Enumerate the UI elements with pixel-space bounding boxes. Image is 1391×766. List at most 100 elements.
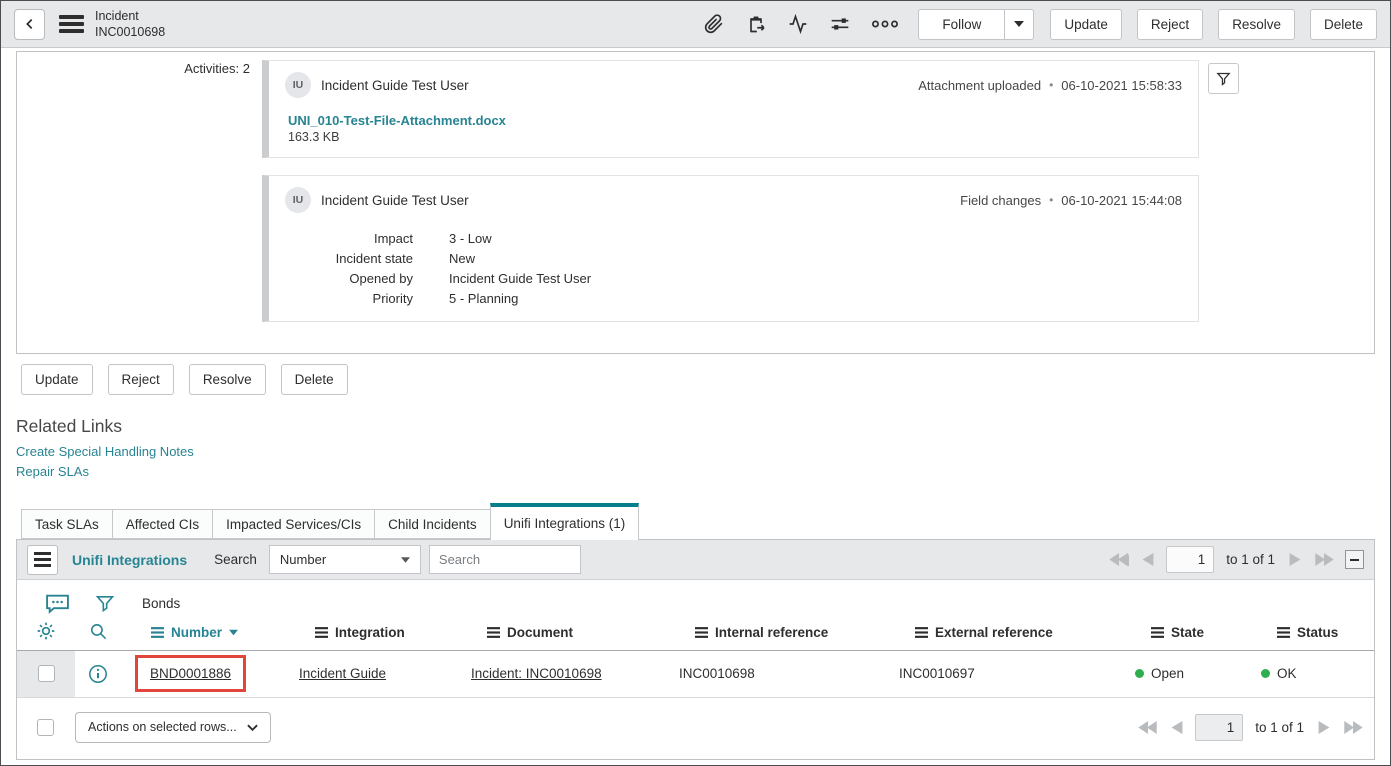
- column-header-internal-reference[interactable]: Internal reference: [665, 616, 885, 650]
- header-reject-button[interactable]: Reject: [1137, 9, 1203, 40]
- follow-button[interactable]: Follow: [918, 9, 1005, 40]
- header-icon-group: [704, 14, 898, 34]
- column-header-status[interactable]: Status: [1247, 616, 1374, 650]
- tab-task-slas[interactable]: Task SLAs: [21, 509, 113, 539]
- first-page-button[interactable]: [1108, 553, 1129, 566]
- actions-on-selected-rows-select[interactable]: Actions on selected rows...: [75, 712, 271, 743]
- header-delete-button[interactable]: Delete: [1310, 9, 1377, 40]
- list-search-label: Search: [214, 552, 257, 567]
- activity-stream-icon[interactable]: [788, 14, 808, 34]
- next-page-button[interactable]: [1318, 721, 1330, 734]
- attachment-size: 163.3 KB: [288, 130, 1182, 144]
- header-update-button[interactable]: Update: [1050, 9, 1122, 40]
- group-label: Bonds: [142, 596, 180, 611]
- more-options-icon[interactable]: [872, 19, 898, 29]
- field-row: Priority 5 - Planning: [285, 288, 591, 308]
- form-resolve-button[interactable]: Resolve: [189, 364, 266, 395]
- column-header-document[interactable]: Document: [457, 616, 665, 650]
- activity-timestamp: 06-10-2021 15:44:08: [1061, 193, 1182, 208]
- last-page-button[interactable]: [1314, 553, 1335, 566]
- field-changes-table: Impact 3 - Low Incident state New Opened…: [285, 228, 591, 308]
- record-type: Incident: [95, 8, 165, 24]
- column-label: Status: [1297, 625, 1338, 640]
- follow-dropdown-button[interactable]: [1005, 9, 1034, 40]
- field-value: Incident Guide Test User: [413, 268, 591, 288]
- list-search-toggle-header[interactable]: [75, 616, 121, 650]
- paperclip-icon[interactable]: [704, 14, 724, 34]
- activities-count-label: Activities: 2: [17, 61, 250, 76]
- info-icon[interactable]: [88, 664, 108, 684]
- list-context-menu-icon[interactable]: [27, 545, 58, 575]
- avatar: IU: [285, 187, 311, 213]
- column-menu-icon: [315, 627, 328, 638]
- column-header-integration[interactable]: Integration: [285, 616, 457, 650]
- form-context-menu-icon[interactable]: [59, 15, 84, 33]
- table-header-row: Number Integration Document In: [17, 616, 1374, 650]
- row-info-cell: [75, 650, 121, 697]
- form-update-button[interactable]: Update: [21, 364, 93, 395]
- column-menu-icon: [915, 627, 928, 638]
- list-title: Unifi Integrations: [72, 552, 187, 568]
- first-page-button[interactable]: [1137, 721, 1158, 734]
- form-action-buttons: Update Reject Resolve Delete: [21, 364, 1390, 395]
- activity-user: Incident Guide Test User: [321, 78, 469, 93]
- page-number-input[interactable]: [1195, 714, 1243, 741]
- activity-card-field-changes: IU Incident Guide Test User Field change…: [262, 175, 1199, 322]
- pagination-range-label: to 1 of 1: [1255, 720, 1304, 735]
- list-search-input[interactable]: [429, 545, 581, 574]
- tab-unifi-integrations[interactable]: Unifi Integrations (1): [490, 503, 640, 540]
- column-menu-icon: [1151, 627, 1164, 638]
- field-label: Impact: [285, 228, 413, 248]
- caret-down-icon: [401, 557, 410, 563]
- list-pagination-bottom: to 1 of 1: [1137, 714, 1364, 741]
- previous-page-button[interactable]: [1171, 721, 1183, 734]
- copy-export-icon[interactable]: [746, 14, 766, 34]
- activity-user: Incident Guide Test User: [321, 193, 469, 208]
- form-reject-button[interactable]: Reject: [108, 364, 174, 395]
- column-header-number[interactable]: Number: [121, 616, 285, 650]
- header-resolve-button[interactable]: Resolve: [1218, 9, 1295, 40]
- tab-impacted-services-cis[interactable]: Impacted Services/CIs: [212, 509, 375, 539]
- caret-down-icon: [1014, 21, 1024, 27]
- cell-internal-reference: INC0010698: [665, 650, 885, 697]
- column-header-external-reference[interactable]: External reference: [885, 616, 1121, 650]
- last-page-button[interactable]: [1343, 721, 1364, 734]
- chat-icon[interactable]: [45, 593, 70, 614]
- integration-link[interactable]: Incident Guide: [299, 666, 386, 681]
- list-personalize-header[interactable]: [17, 616, 75, 650]
- list-filter-funnel-icon[interactable]: [95, 593, 115, 614]
- cell-document: Incident: INC0010698: [457, 650, 665, 697]
- related-lists-tabs: Task SLAs Affected CIs Impacted Services…: [21, 503, 1375, 539]
- column-label: Integration: [335, 625, 405, 640]
- column-menu-icon: [1277, 627, 1290, 638]
- page-number-input[interactable]: [1166, 546, 1214, 573]
- back-button[interactable]: [14, 9, 45, 40]
- meta-separator: •: [1049, 78, 1053, 92]
- tab-affected-cis[interactable]: Affected CIs: [112, 509, 213, 539]
- next-page-button[interactable]: [1289, 553, 1301, 566]
- meta-separator: •: [1049, 193, 1053, 207]
- document-link[interactable]: Incident: INC0010698: [471, 666, 602, 681]
- related-link-special-handling-notes[interactable]: Create Special Handling Notes: [16, 444, 194, 459]
- field-value: New: [413, 248, 591, 268]
- bond-number-link[interactable]: BND0001886: [150, 666, 231, 681]
- search-icon: [89, 622, 108, 641]
- column-menu-icon: [487, 627, 500, 638]
- form-delete-button[interactable]: Delete: [281, 364, 348, 395]
- cell-status: OK: [1247, 650, 1374, 697]
- search-field-select[interactable]: Number: [269, 545, 421, 574]
- personalize-sliders-icon[interactable]: [830, 14, 850, 34]
- select-all-checkbox[interactable]: [37, 719, 54, 736]
- column-header-state[interactable]: State: [1121, 616, 1247, 650]
- tab-child-incidents[interactable]: Child Incidents: [374, 509, 491, 539]
- activity-filter-button[interactable]: [1208, 63, 1239, 94]
- previous-page-button[interactable]: [1142, 553, 1154, 566]
- list-pagination-top: to 1 of 1: [1108, 546, 1364, 573]
- record-number: INC0010698: [95, 24, 165, 40]
- collapse-list-button[interactable]: [1345, 550, 1364, 569]
- related-link-repair-slas[interactable]: Repair SLAs: [16, 464, 89, 479]
- row-checkbox-cell: [17, 650, 75, 697]
- page-title: Incident INC0010698: [95, 8, 165, 41]
- row-checkbox[interactable]: [38, 665, 55, 682]
- attachment-link[interactable]: UNI_010-Test-File-Attachment.docx: [288, 113, 506, 128]
